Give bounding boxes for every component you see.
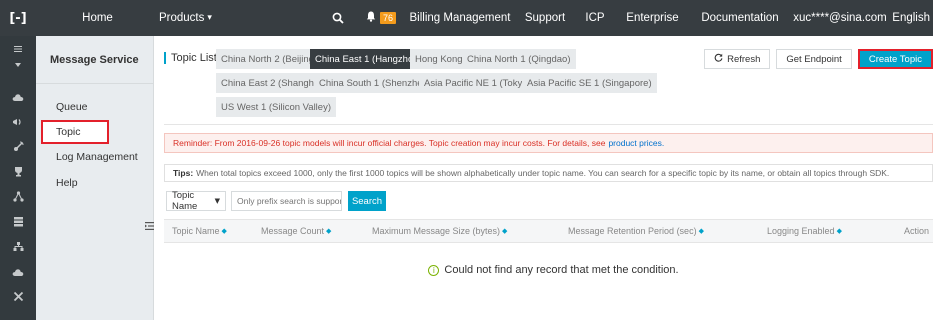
tools-icon[interactable] [0,284,36,309]
top-navigation-bar: [-] Home Products ▾ 76 Billing Managemen… [0,0,933,36]
column-label: Logging Enabled [767,226,835,236]
region-tab-shenzhen[interactable]: China South 1 (Shenzhen) [314,73,436,93]
search-button[interactable]: Search [348,191,386,211]
bell-icon [366,11,376,25]
products-label: Products [159,12,205,24]
support-link[interactable]: Support [515,0,575,36]
sort-icon: ◆ [221,227,227,235]
create-topic-button[interactable]: Create Topic [857,49,933,69]
divider [164,124,933,125]
region-tab-shanghai[interactable]: China East 2 (Shanghai) [216,73,330,93]
cloud-upload-icon[interactable] [0,259,36,284]
tips-banner: Tips: When total topics exceed 1000, onl… [164,164,933,182]
search-input[interactable] [231,191,342,211]
column-message-count[interactable]: Message Count ◆ [261,220,331,242]
sidebar-item-queue[interactable]: Queue [36,94,153,120]
region-tab-singapore[interactable]: Asia Pacific SE 1 (Singapore) [522,73,657,93]
icp-link[interactable]: ICP [575,0,615,36]
column-action: Action [904,226,930,236]
refresh-button[interactable]: Refresh [704,49,771,69]
product-icon-rail [0,36,36,320]
region-tab-qingdao[interactable]: China North 1 (Qingdao) [462,49,576,69]
search-icon[interactable] [319,0,357,36]
empty-state: i Could not find any record that met the… [154,264,933,276]
sidebar-title: Message Service [36,36,153,84]
charges-reminder: Reminder: From 2016-09-26 topic models w… [164,133,933,153]
sort-icon: ◆ [502,227,508,235]
info-icon: i [428,264,440,276]
home-link[interactable]: Home [36,0,159,36]
notification-count-badge: 76 [379,12,396,24]
enterprise-link[interactable]: Enterprise [615,0,690,36]
trophy-icon[interactable] [0,159,36,184]
column-label: Message Retention Period (sec) [568,226,697,236]
sidebar-item-log-management[interactable]: Log Management [36,144,153,170]
user-account-menu[interactable]: xuc****@sina.com [790,0,890,36]
get-endpoint-button[interactable]: Get Endpoint [776,49,852,69]
cloud-icon[interactable] [0,84,36,109]
table-header: Topic Name ◆ Message Count ◆ Maximum Messa… [164,219,933,243]
region-tab-tokyo[interactable]: Asia Pacific NE 1 (Tokyo) [419,73,536,93]
network-icon[interactable] [0,184,36,209]
topic-list-label: Topic List [164,52,217,64]
refresh-icon [714,53,723,65]
sidebar-item-help[interactable]: Help [36,170,153,196]
sort-icon: ◆ [326,227,332,235]
broadcast-icon[interactable] [0,109,36,134]
refresh-label: Refresh [727,53,761,65]
column-logging-enabled[interactable]: Logging Enabled ◆ [767,220,842,242]
service-sidebar: Message Service Queue Topic Log Manageme… [36,36,154,320]
caret-down-icon: ▼ [214,197,220,205]
main-content: Topic List China North 2 (Beijing) China… [154,36,933,320]
product-prices-link[interactable]: product prices. [608,138,664,148]
column-max-message-size[interactable]: Maximum Message Size (bytes) ◆ [372,220,507,242]
search-field-value: Topic Name [172,190,198,212]
sidebar-item-topic[interactable]: Topic [41,120,109,144]
column-label: Topic Name [172,226,220,236]
console-logo[interactable]: [-] [0,0,36,36]
tips-text: When total topics exceed 1000, only the … [196,168,890,178]
satellite-icon[interactable] [0,134,36,159]
rail-menu-toggle[interactable] [0,36,36,76]
empty-message: Could not find any record that met the c… [444,264,679,276]
chevron-down-icon: ▾ [207,13,212,23]
region-tab-hong-kong[interactable]: Hong Kong [410,49,468,69]
hierarchy-icon[interactable] [0,234,36,259]
caret-down-icon [15,57,21,70]
column-label: Maximum Message Size (bytes) [372,226,501,236]
server-icon[interactable] [0,209,36,234]
sort-icon: ◆ [698,227,704,235]
column-retention-period[interactable]: Message Retention Period (sec) ◆ [568,220,704,242]
search-field-select[interactable]: Topic Name ▼ [166,190,226,212]
region-tab-silicon-valley[interactable]: US West 1 (Silicon Valley) [216,97,336,117]
products-menu[interactable]: Products ▾ [159,0,319,36]
region-tab-beijing[interactable]: China North 2 (Beijing) [216,49,323,69]
column-label: Message Count [261,226,325,236]
search-bar: Topic Name ▼ Search [166,190,386,212]
language-switcher[interactable]: English [890,0,930,36]
billing-management-link[interactable]: Billing Management [405,0,515,36]
menu-icon [14,42,22,55]
documentation-link[interactable]: Documentation [690,0,790,36]
tips-label: Tips: [173,168,194,178]
reminder-text: Reminder: From 2016-09-26 topic models w… [173,138,606,148]
notifications-button[interactable]: 76 [357,0,405,36]
column-topic-name[interactable]: Topic Name ◆ [172,220,227,242]
action-buttons: Refresh Get Endpoint Create Topic [704,49,933,69]
sort-icon: ◆ [836,227,842,235]
